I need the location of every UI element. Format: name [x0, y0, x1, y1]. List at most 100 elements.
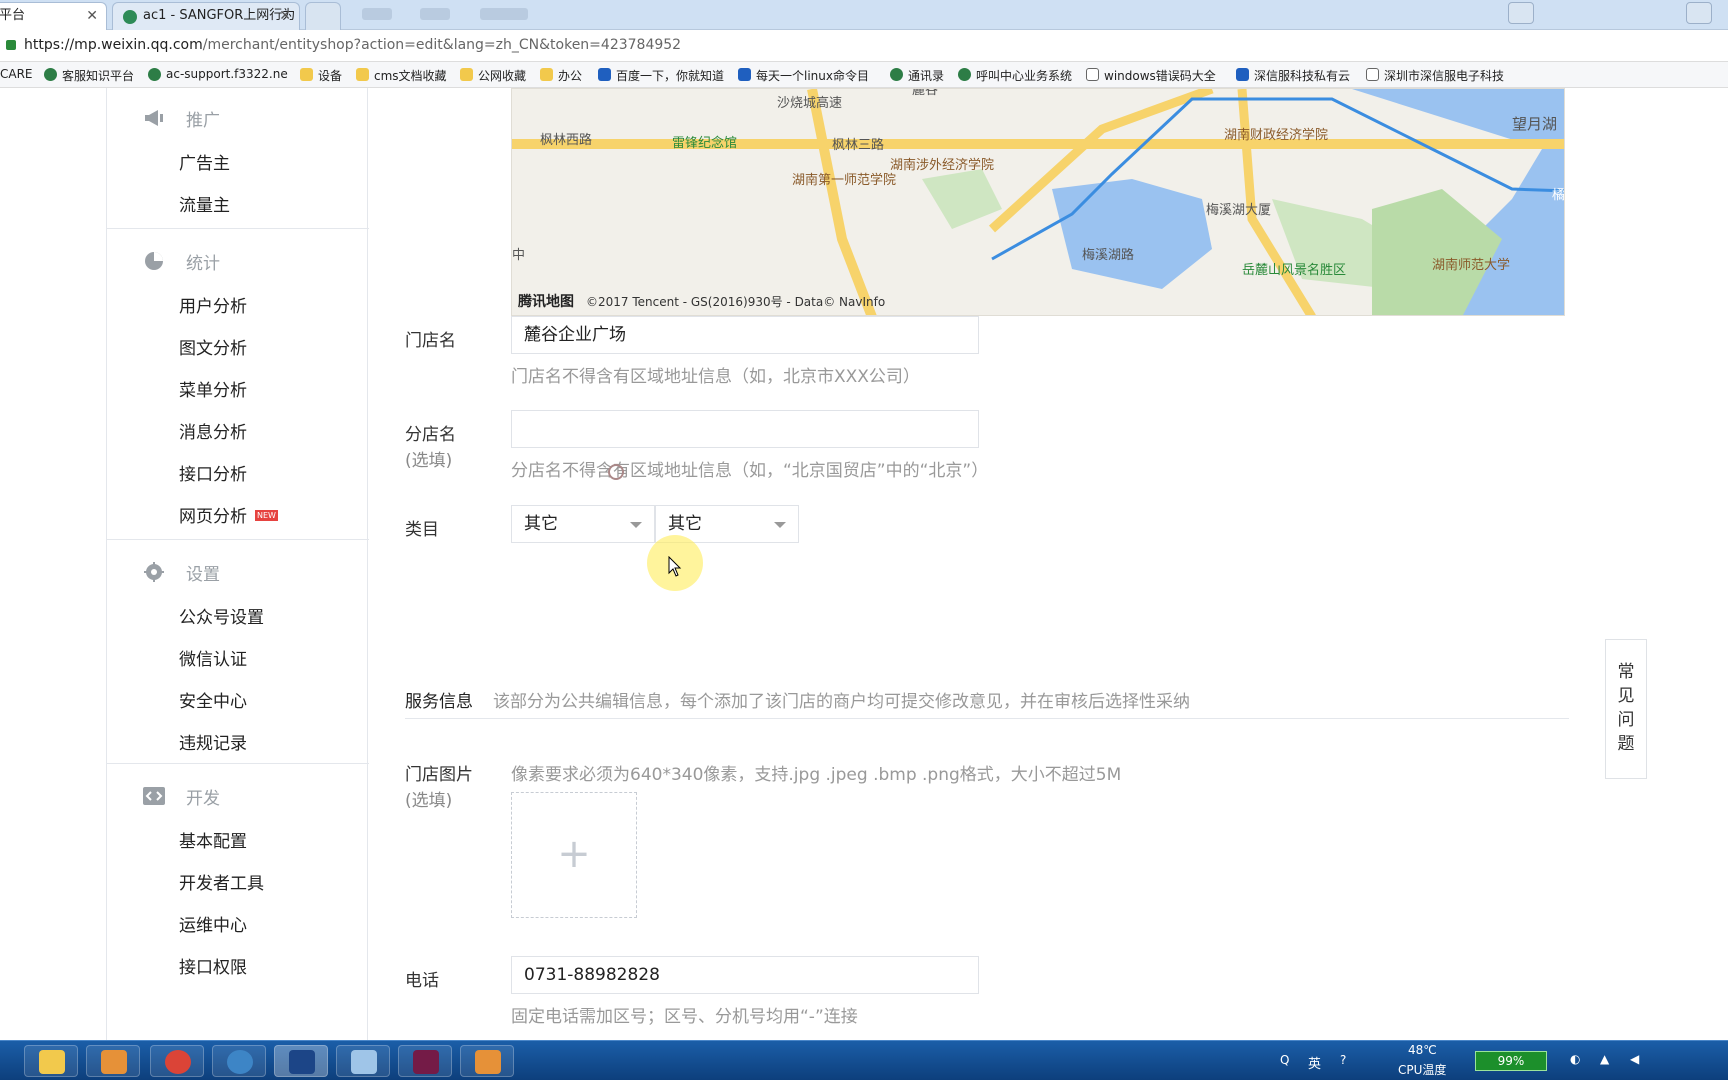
location-map[interactable]: 枫林西路 雷锋纪念馆 沙烧城高速 湖南第一师范学院 枫林三路 湖南涉外经济学院 … [511, 88, 1565, 316]
phone-label: 电话 [405, 971, 439, 991]
map-label: 湖南财政经济学院 [1224, 127, 1328, 143]
bookmark-item[interactable]: 办公 [540, 67, 582, 84]
bookmark-item[interactable]: 深信服科技私有云 [1236, 67, 1350, 84]
map-attribution: 腾讯地图 ©2017 Tencent - GS(2016)930号 - Data©… [518, 291, 885, 311]
map-copyright: ©2017 Tencent - GS(2016)930号 - Data© Nav… [586, 295, 886, 309]
sidebar-item-menu-analysis[interactable]: 菜单分析 [179, 376, 247, 401]
page-icon [1366, 68, 1379, 81]
browser-tab-sangfor[interactable]: ac1 - SANGFOR上网行为 ✕ [112, 2, 300, 30]
sidebar-item-article-analysis[interactable]: 图文分析 [179, 334, 247, 359]
gear-icon [144, 562, 164, 582]
ime-indicator[interactable]: 英 [1308, 1053, 1321, 1072]
bookmark-label: 通讯录 [908, 69, 945, 83]
show-hidden-icons-icon[interactable]: ▲ [1600, 1052, 1609, 1066]
bookmark-item[interactable]: ac-support.f3322.ne [148, 67, 288, 81]
file-explorer-icon[interactable] [24, 1045, 78, 1077]
sidebar-item-ops-center[interactable]: 运维中心 [179, 911, 247, 936]
slides-icon[interactable] [460, 1045, 514, 1077]
globe-icon [958, 68, 971, 81]
folder-icon [356, 68, 369, 81]
sidebar-item-publisher[interactable]: 流量主 [179, 191, 230, 216]
bookmark-label: 深圳市深信服电子科技 [1384, 69, 1505, 83]
main-content: 枫林西路 雷锋纪念馆 沙烧城高速 湖南第一师范学院 枫林三路 湖南涉外经济学院 … [369, 88, 1659, 1040]
pen-icon[interactable] [212, 1045, 266, 1077]
store-photos-hint: 像素要求必须为640*340像素，支持.jpg .jpeg .bmp .png格… [511, 765, 1122, 785]
globe-icon [890, 68, 903, 81]
user-icon[interactable] [1508, 2, 1534, 24]
url-text[interactable]: https://mp.weixin.qq.com/merchant/entity… [24, 37, 681, 53]
sidebar-item-api-analysis[interactable]: 接口分析 [179, 460, 247, 485]
bookmark-label: 深信服科技私有云 [1254, 69, 1351, 83]
bookmark-item[interactable]: 公网收藏 [460, 67, 526, 84]
sidebar-group-settings: 设置 公众号设置 微信认证 安全中心 违规记录 [107, 540, 369, 764]
bookmark-item[interactable]: 呼叫中心业务系统 [958, 67, 1072, 84]
minimize-icon[interactable] [1686, 2, 1712, 24]
address-bar[interactable]: https://mp.weixin.qq.com/merchant/entity… [0, 30, 1728, 62]
sidebar-item-api-permissions[interactable]: 接口权限 [179, 953, 247, 978]
map-label: 麓谷 [912, 89, 938, 98]
map-label: 湖南涉外经济学院 [890, 157, 994, 173]
clock-icon [738, 68, 751, 81]
sidebar-item-account-settings[interactable]: 公众号设置 [179, 603, 264, 628]
volume-icon[interactable]: ◀ [1630, 1052, 1639, 1066]
battery-indicator[interactable]: 99% [1475, 1051, 1547, 1071]
sidebar-item-security[interactable]: 安全中心 [179, 687, 247, 712]
tencent-map-logo: 腾讯地图 [518, 294, 574, 310]
chrome-icon[interactable] [150, 1045, 204, 1077]
bookmark-item[interactable]: 客服知识平台 [44, 67, 134, 84]
tab-title: 平台 [0, 8, 26, 23]
sidebar-item-wechat-verify[interactable]: 微信认证 [179, 645, 247, 670]
select-value: 其它 [524, 514, 558, 534]
browser-tab-active[interactable]: 平台 ✕ [0, 2, 107, 30]
bookmark-item[interactable]: 深圳市深信服电子科技 [1366, 67, 1504, 84]
map-label: 雷锋纪念馆 [672, 135, 737, 151]
map-label: 梅溪湖大厦 [1206, 203, 1271, 218]
sidebar-item-violations[interactable]: 违规记录 [179, 729, 247, 754]
sidebar-item-user-analysis[interactable]: 用户分析 [179, 292, 247, 317]
url-host: https://mp.weixin.qq.com [24, 37, 203, 53]
map-label: 梅溪湖路 [1082, 247, 1134, 263]
page-icon [1086, 68, 1099, 81]
meeting-icon[interactable] [398, 1045, 452, 1077]
sidebar-item-message-analysis[interactable]: 消息分析 [179, 418, 247, 443]
bookmark-item[interactable]: 设备 [300, 67, 342, 84]
bookmark-item[interactable]: windows错误码大全 [1086, 67, 1216, 84]
ac-client-icon[interactable] [274, 1045, 328, 1077]
upload-photo-button[interactable]: + [511, 792, 637, 918]
bookmark-label: 百度一下，你就知道 [616, 69, 725, 83]
network-icon[interactable]: ◐ [1570, 1052, 1580, 1066]
map-label: 湖南师范大学 [1432, 257, 1510, 273]
map-label: 沙烧城高速 [777, 95, 842, 111]
phone-input[interactable]: 0731-88982828 [511, 956, 979, 994]
category-primary-select[interactable]: 其它 [511, 505, 655, 543]
bookmark-item[interactable]: 通讯录 [890, 67, 944, 84]
lock-icon [6, 40, 16, 50]
new-tab-button[interactable] [305, 2, 341, 30]
bookmark-item[interactable]: 每天一个linux命令目 [738, 67, 869, 84]
section-divider [405, 718, 1569, 719]
sidebar-item-advertiser[interactable]: 广告主 [179, 149, 230, 174]
close-tab-icon[interactable]: ✕ [86, 3, 98, 29]
help-icon[interactable]: ? [1340, 1053, 1346, 1067]
bookmark-item[interactable]: 百度一下，你就知道 [598, 67, 724, 84]
branch-name-label: 分店名 [405, 425, 456, 445]
branch-name-optional: (选填) [405, 451, 453, 471]
branch-name-input[interactable] [511, 410, 979, 448]
new-badge: NEW [255, 509, 278, 521]
bookmark-item[interactable]: cms文档收藏 [356, 67, 447, 84]
sidebar-item-basic-config[interactable]: 基本配置 [179, 827, 247, 852]
loading-spinner-icon [608, 464, 624, 480]
bookmark-label: ac-support.f3322.ne [166, 67, 288, 81]
map-canvas: 枫林西路 雷锋纪念馆 沙烧城高速 湖南第一师范学院 枫林三路 湖南涉外经济学院 … [512, 89, 1564, 315]
media-player-icon[interactable] [86, 1045, 140, 1077]
sidebar-item-dev-tools[interactable]: 开发者工具 [179, 869, 264, 894]
bookmark-item[interactable]: CARE [0, 67, 33, 81]
faq-char: 常 [1617, 662, 1635, 682]
sidebar-item-web-analysis[interactable]: 网页分析 NEW [179, 502, 278, 527]
store-name-input[interactable]: 麓谷企业广场 [511, 316, 979, 354]
faq-button[interactable]: 常 见 问 题 [1605, 639, 1647, 779]
notepad-icon[interactable] [336, 1045, 390, 1077]
search-icon[interactable]: Q [1280, 1053, 1289, 1067]
bookmark-label: 每天一个linux命令目 [756, 69, 869, 83]
close-tab-icon[interactable]: ✕ [279, 3, 291, 29]
